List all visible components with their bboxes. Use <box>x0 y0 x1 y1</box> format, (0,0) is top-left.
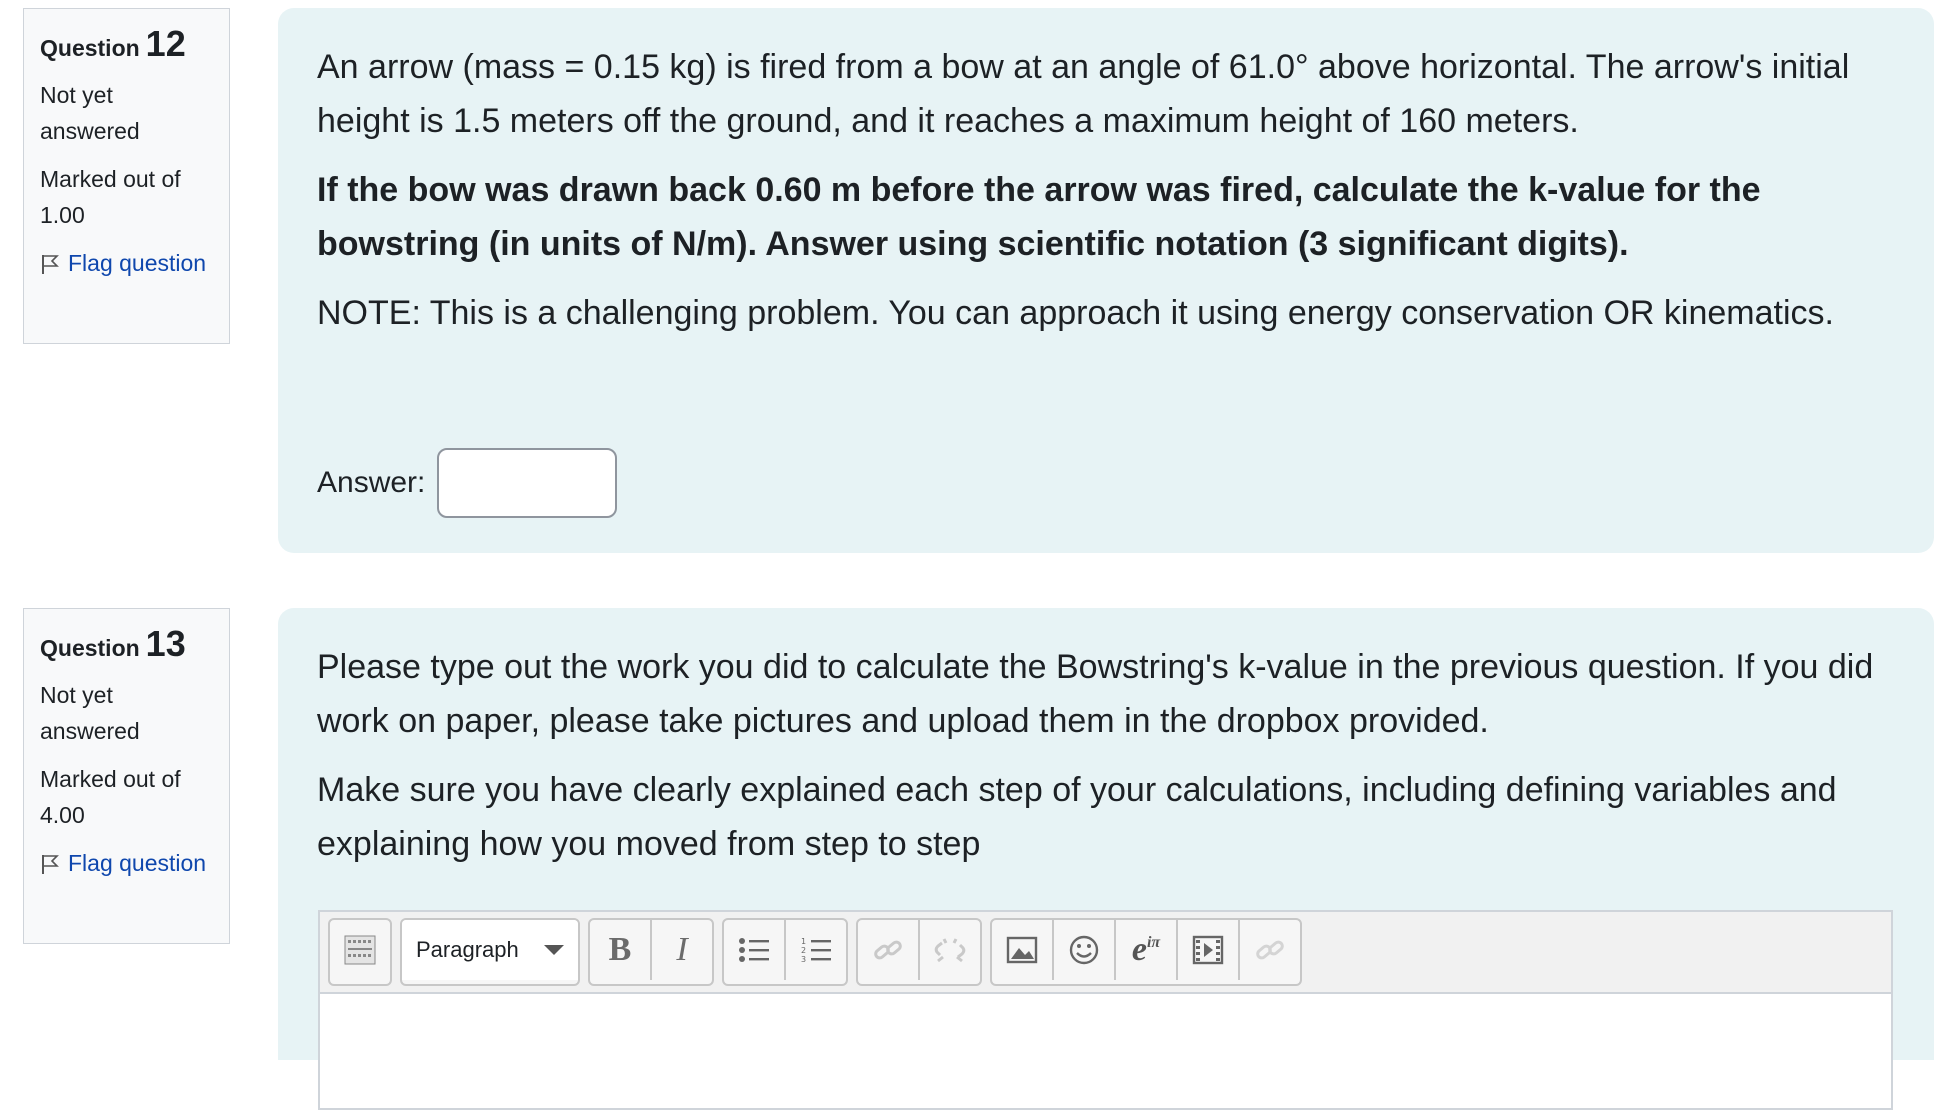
toolbar-group-insert: e iπ <box>990 918 1302 986</box>
question-number: Question 12 <box>40 26 213 65</box>
link-icon[interactable] <box>858 920 920 980</box>
question-12-content: An arrow (mass = 0.15 kg) is fired from … <box>278 8 1934 553</box>
question-note: NOTE: This is a challenging problem. You… <box>317 294 1834 332</box>
flag-question-link[interactable]: Flag question <box>40 845 213 885</box>
flag-question-label[interactable]: Flag question <box>68 250 206 276</box>
question-text-2: Make sure you have clearly explained eac… <box>317 771 1837 863</box>
chevron-down-icon <box>544 945 564 955</box>
question-13-info: Question 13 Not yet answered Marked out o… <box>23 608 230 944</box>
question-state: Not yet answered <box>40 682 140 744</box>
flag-question-link[interactable]: Flag question <box>40 245 213 285</box>
question-text: Please type out the work you did to calc… <box>317 648 1874 740</box>
flag-question-label[interactable]: Flag question <box>68 850 206 876</box>
toolbar-group-format: B I <box>588 918 714 986</box>
italic-label: I <box>676 931 688 968</box>
toolbar-group-lists: 123 <box>722 918 848 986</box>
question-grade: Marked out of 1.00 <box>40 166 181 228</box>
paragraph-select[interactable]: Paragraph <box>402 920 578 980</box>
svg-text:3: 3 <box>801 955 806 964</box>
toolbar-group-style: Paragraph <box>400 918 580 986</box>
editor-toolbar: Paragraph B I 123 e iπ <box>320 912 1891 994</box>
toolbar-group-toggle <box>328 918 392 986</box>
unordered-list-icon[interactable] <box>724 920 786 980</box>
answer-label: Answer: <box>317 466 426 499</box>
question-label: Question <box>40 635 140 661</box>
toolbar-group-links <box>856 918 982 986</box>
question-state: Not yet answered <box>40 82 140 144</box>
rich-text-editor: Paragraph B I 123 e iπ <box>318 910 1893 1110</box>
question-12-info: Question 12 Not yet answered Marked out o… <box>23 8 230 344</box>
bold-icon[interactable]: B <box>590 920 652 980</box>
bold-label: B <box>608 931 632 968</box>
manage-files-icon[interactable] <box>1240 920 1300 980</box>
question-number-value: 13 <box>145 623 186 664</box>
italic-icon[interactable]: I <box>652 920 712 980</box>
image-icon[interactable] <box>992 920 1054 980</box>
svg-text:1: 1 <box>801 937 806 946</box>
flag-icon[interactable] <box>40 249 60 285</box>
question-label: Question <box>40 35 140 61</box>
question-number-value: 12 <box>145 23 186 64</box>
question-13-content: Please type out the work you did to calc… <box>278 608 1934 1110</box>
question-text: An arrow (mass = 0.15 kg) is fired from … <box>317 48 1850 140</box>
toolbar-toggle-icon[interactable] <box>330 920 390 980</box>
svg-text:2: 2 <box>801 946 806 955</box>
ordered-list-icon[interactable]: 123 <box>786 920 846 980</box>
paragraph-select-label: Paragraph <box>416 937 519 962</box>
flag-icon[interactable] <box>40 849 60 885</box>
answer-input[interactable] <box>437 448 618 518</box>
emoji-icon[interactable] <box>1054 920 1116 980</box>
answer-row: Answer: <box>317 448 618 518</box>
unlink-icon[interactable] <box>920 920 980 980</box>
equation-icon[interactable]: e iπ <box>1116 920 1178 980</box>
media-icon[interactable] <box>1178 920 1240 980</box>
question-number: Question 13 <box>40 626 213 665</box>
equation-exponent: iπ <box>1146 934 1161 951</box>
equation-label: e <box>1131 931 1147 968</box>
editor-content-area[interactable] <box>320 994 1891 1104</box>
question-grade: Marked out of 4.00 <box>40 766 181 828</box>
question-bold-text: If the bow was drawn back 0.60 m before … <box>317 171 1761 263</box>
